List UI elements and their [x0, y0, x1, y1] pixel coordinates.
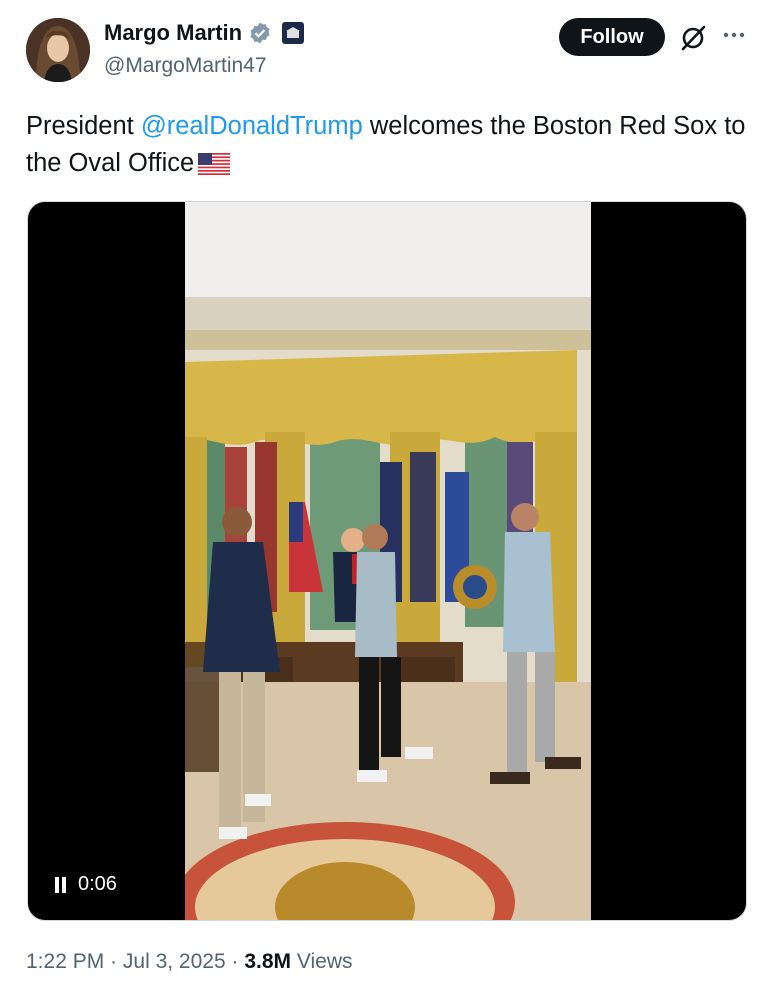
avatar[interactable] [26, 18, 90, 82]
meta-separator-2: · [225, 950, 245, 973]
tweet-text: President @realDonaldTrump welcomes the … [26, 108, 746, 182]
video-player[interactable]: 0:06 [27, 201, 747, 921]
verified-badge-icon[interactable] [248, 21, 272, 45]
mention-link[interactable]: @realDonaldTrump [141, 112, 363, 140]
tweet-time[interactable]: 1:22 PM [26, 950, 104, 973]
tweet-header: Margo Martin @MargoMartin47 Follow [26, 16, 749, 86]
avatar-photo [26, 18, 90, 82]
pause-icon[interactable] [54, 876, 68, 893]
follow-button[interactable]: Follow [559, 18, 665, 56]
tweet-date[interactable]: Jul 3, 2025 [123, 950, 226, 973]
name-row: Margo Martin [104, 20, 305, 46]
more-options-icon[interactable] [721, 22, 747, 48]
us-flag-emoji [198, 153, 231, 176]
handle[interactable]: @MargoMartin47 [104, 54, 267, 78]
tweet-text-prefix: President [26, 112, 141, 140]
views-count: 3.8M [244, 950, 291, 973]
grok-icon[interactable] [679, 24, 707, 52]
white-house-badge-icon[interactable] [282, 22, 305, 44]
views-label: Views [296, 950, 353, 973]
tweet-meta: 1:22 PM · Jul 3, 2025 · 3.8M Views [26, 950, 352, 974]
meta-separator-1: · [104, 950, 123, 973]
video-frame[interactable] [185, 202, 591, 921]
display-name[interactable]: Margo Martin [104, 20, 242, 46]
video-controls: 0:06 [54, 873, 117, 896]
video-elapsed-time: 0:06 [78, 873, 117, 895]
